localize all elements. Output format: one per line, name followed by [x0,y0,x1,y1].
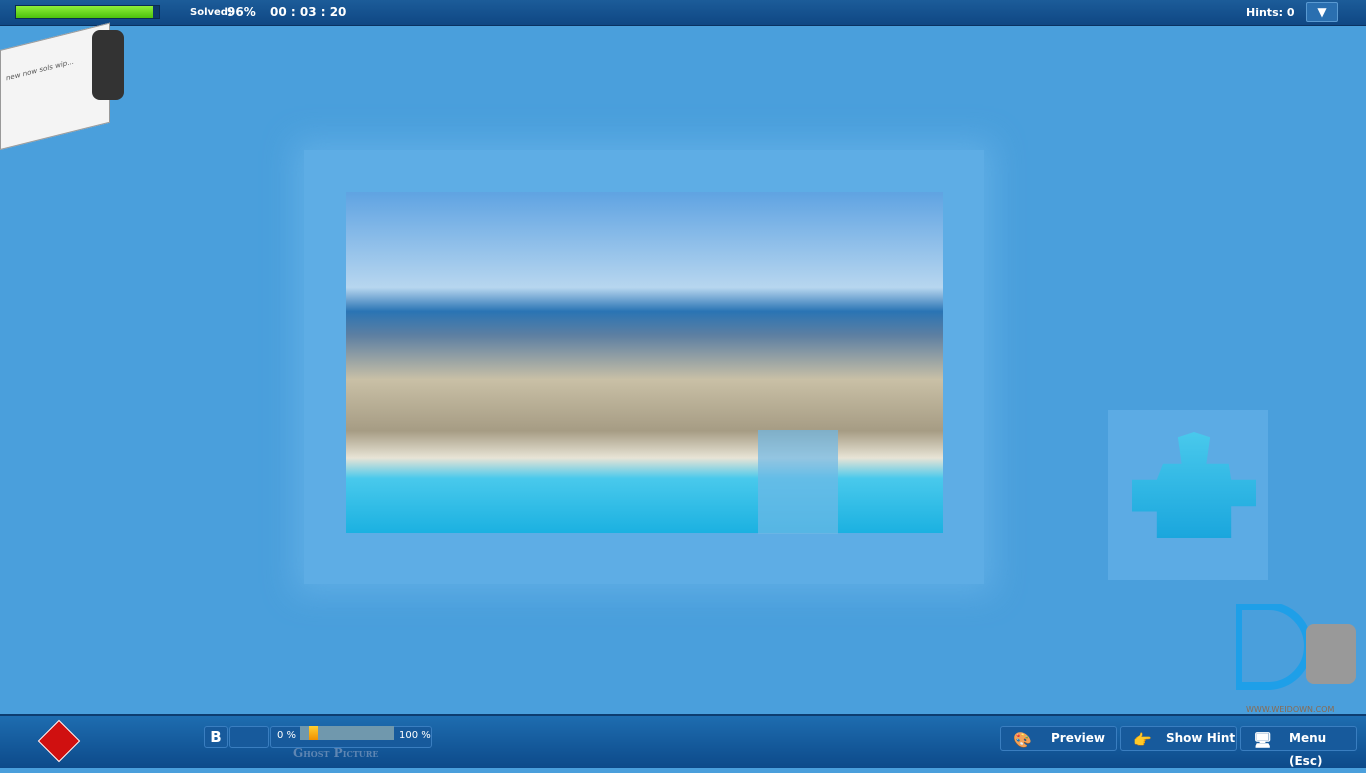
pointing-hand-icon: 👉 [1133,731,1152,749]
menu-button[interactable]: 🖥 Menu (Esc) [1240,726,1357,768]
hints-count: Hints: 0 [1246,6,1295,19]
monitor-icon: 🖥 [1253,731,1273,749]
solved-label: Solved: [190,7,232,18]
notes-text: new now sols wip... [6,57,74,83]
triangle-down-icon: ▼ [1317,5,1327,19]
ghost-min: 0 % [277,730,297,741]
progress-fill [16,6,154,18]
preview-label: Preview [1051,731,1106,745]
bottom-bar: B 0 % 100 % 🎨 Preview 👉 Show Hint 🖥 Menu (E… [0,714,1366,768]
menu-dropdown-button[interactable]: ▼ [1306,2,1338,22]
show-hint-label: Show Hint [1166,731,1236,745]
puzzle-picture[interactable] [346,192,943,533]
solved-value: 96% [227,5,256,19]
ghost-slider-handle[interactable] [308,726,318,740]
color-box[interactable] [229,726,269,748]
menu-label: Menu (Esc) [1289,731,1327,768]
ghost-max: 100 % [399,730,431,741]
clip-icon [92,30,124,100]
solved-progress-bar [15,5,160,19]
b-button[interactable]: B [204,726,228,748]
palette-icon: 🎨 [1013,731,1032,749]
show-hint-button[interactable]: 👉 Show Hint [1120,726,1237,751]
watermark-logo: WWW.WEIDOWN.COM [1236,604,1356,714]
empty-piece-slot[interactable] [758,430,838,534]
top-bar: Solved: 96% 00 : 03 : 20 Hints: 0 ▼ [0,0,1366,26]
timer: 00 : 03 : 20 [270,5,347,19]
preview-button[interactable]: 🎨 Preview [1000,726,1117,751]
watermark-text: WWW.WEIDOWN.COM [1246,705,1334,714]
ghost-picture-label: Ghost Picture [293,746,379,760]
